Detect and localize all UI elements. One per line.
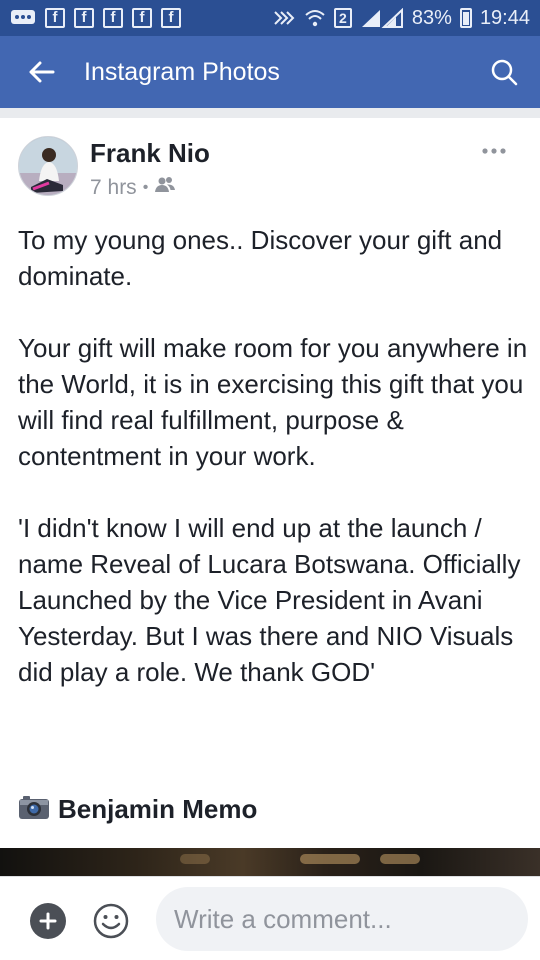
chat-icon [10, 8, 36, 28]
post-paragraph: Your gift will make room for you anywher… [18, 333, 528, 471]
post-card: Frank Nio 7 hrs • To my young ones.. Dis… [0, 118, 540, 848]
post-photo[interactable] [0, 848, 540, 876]
status-bar: f f f f f 2 83% 19:44 [0, 0, 540, 36]
back-arrow-icon [29, 61, 55, 83]
app-bar: Instagram Photos [0, 36, 540, 108]
plus-icon [39, 912, 57, 930]
clock: 19:44 [479, 6, 530, 29]
facebook-notification-icon: f [132, 8, 152, 28]
post-time[interactable]: 7 hrs [90, 176, 137, 200]
signal-icon [360, 8, 404, 28]
comment-input[interactable] [156, 887, 528, 951]
battery-percent: 83% [411, 6, 452, 29]
post-header: Frank Nio 7 hrs • [18, 136, 528, 206]
page-title: Instagram Photos [84, 57, 280, 86]
friends-icon[interactable] [154, 176, 176, 200]
smiley-icon [93, 903, 129, 939]
search-icon [491, 59, 518, 86]
add-attachment-button[interactable] [30, 903, 66, 939]
more-options-button[interactable] [474, 136, 514, 166]
meta-separator: • [142, 179, 149, 196]
notification-icons: f f f f f [10, 8, 181, 28]
post-meta: 7 hrs • [90, 176, 176, 200]
post-paragraph: To my young ones.. Discover your gift an… [18, 225, 503, 291]
post-paragraph: 'I didn't know I will end up at the laun… [18, 513, 521, 687]
battery-icon [459, 8, 472, 28]
post-body: To my young ones.. Discover your gift an… [18, 222, 528, 690]
back-button[interactable] [0, 36, 84, 108]
facebook-notification-icon: f [103, 8, 123, 28]
emoji-button[interactable] [92, 902, 130, 940]
camera-icon [18, 794, 50, 825]
facebook-notification-icon: f [161, 8, 181, 28]
content-divider [0, 108, 540, 118]
facebook-notification-icon: f [45, 8, 65, 28]
photo-credit: Benjamin Memo [18, 794, 257, 825]
comment-bar [0, 876, 540, 960]
nfc-icon [272, 8, 296, 28]
system-indicators: 2 83% 19:44 [272, 7, 530, 30]
more-icon [482, 148, 506, 154]
sim-badge: 2 [333, 8, 352, 28]
credit-name[interactable]: Benjamin Memo [58, 794, 257, 825]
facebook-notification-icon: f [74, 8, 94, 28]
avatar[interactable] [18, 136, 78, 196]
search-button[interactable] [468, 36, 540, 108]
author-name[interactable]: Frank Nio [90, 138, 210, 169]
wifi-icon [304, 8, 326, 28]
